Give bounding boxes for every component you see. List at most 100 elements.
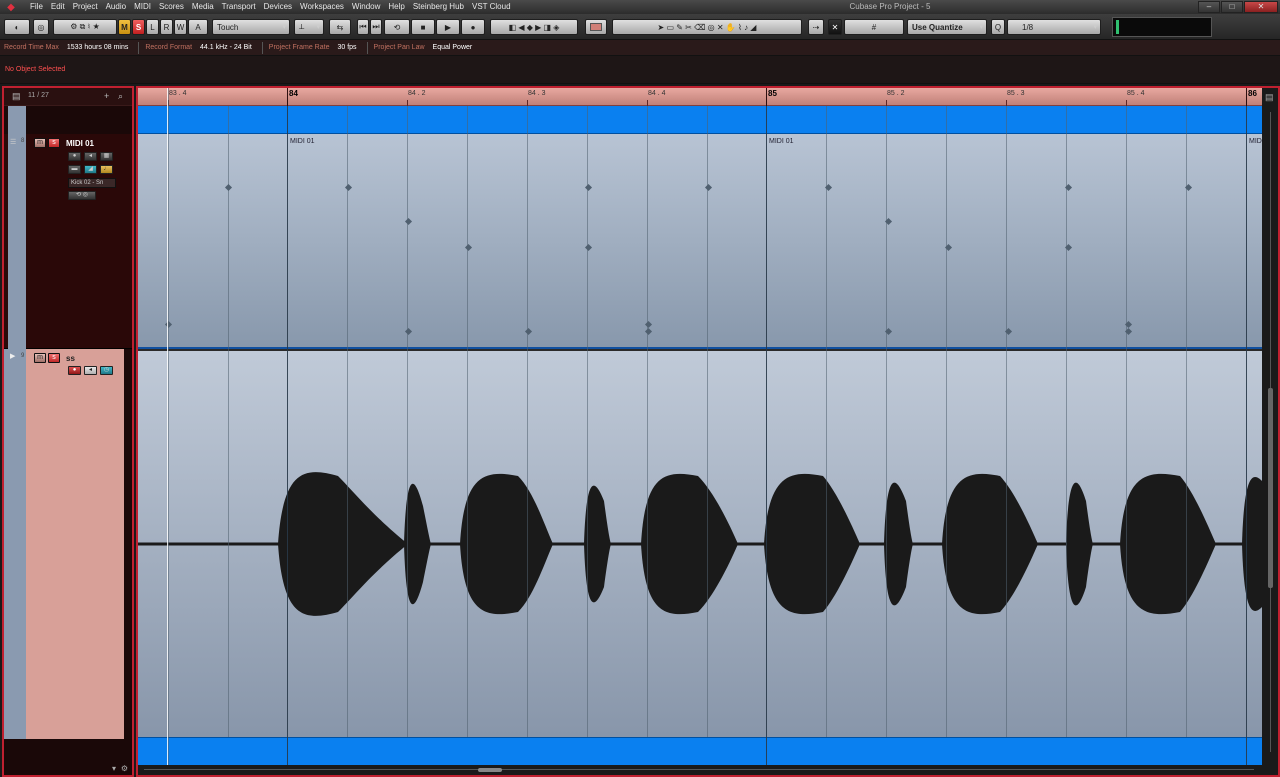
midi-part-label: MIDI 01 [290, 138, 315, 145]
project-cursor[interactable] [167, 88, 168, 765]
menu-devices[interactable]: Devices [260, 0, 296, 14]
solo-button[interactable]: s [48, 138, 60, 148]
grid-line [886, 106, 887, 737]
record-icon: ● [470, 22, 476, 32]
record-format-value[interactable]: 44.1 kHz - 24 Bit [200, 44, 252, 51]
timebase-button[interactable]: ◷ [100, 366, 113, 375]
listen-button[interactable]: L [146, 19, 159, 35]
play-button[interactable]: ▶ [436, 19, 460, 35]
menu-workspaces[interactable]: Workspaces [296, 0, 348, 14]
auto-button[interactable]: A [188, 19, 208, 35]
loop-range-band[interactable] [138, 106, 1262, 134]
color-picker-button[interactable] [585, 19, 607, 35]
audio-waveform [138, 472, 1262, 616]
read-button[interactable]: R [160, 19, 173, 35]
solo-button[interactable]: s [48, 353, 60, 363]
menu-audio[interactable]: Audio [102, 0, 130, 14]
zoom-menu-icon[interactable]: ▤ [1265, 92, 1274, 103]
ruler[interactable]: 83 . 4 84 84 . 2 84 . 3 84 . 4 85 85 . 2… [138, 88, 1262, 106]
horizontal-scroll-thumb[interactable] [478, 768, 502, 772]
menu-project[interactable]: Project [69, 0, 102, 14]
vertical-scroll-thumb[interactable] [1268, 388, 1273, 588]
track-list-menu-icon[interactable]: ▤ [12, 91, 21, 102]
loop-range-band-bottom[interactable] [138, 737, 1262, 765]
quantize-value-dropdown[interactable]: 1/8 [1007, 19, 1101, 35]
record-enable-button[interactable]: ● [68, 152, 81, 161]
track-ss[interactable]: ▶ 9 m s ss ● ◂ ◷ [4, 349, 132, 739]
grid-type-button[interactable]: # [844, 19, 904, 35]
track-midi-01[interactable]: ☰ 8 m s MIDI 01 ● ◂ ▦ ▬ ◢ ♩ Kick 02 - Sn… [4, 134, 132, 349]
nudge-palette-button[interactable]: ⇆ [329, 19, 351, 35]
quantize-mode-dropdown[interactable]: Use Quantize [907, 19, 987, 35]
go-to-start-button[interactable]: ⏮ [357, 19, 369, 35]
cubase-logo-icon[interactable]: ◆ [4, 0, 18, 14]
record-button[interactable]: ● [461, 19, 485, 35]
window-zones-buttons[interactable]: ⚙ ⧉ ♮ ★ [53, 19, 117, 35]
menu-window[interactable]: Window [348, 0, 384, 14]
solo-all-button[interactable]: S [132, 19, 145, 35]
minimize-button[interactable]: – [1198, 1, 1220, 13]
autoscroll-button[interactable]: ⇢ [808, 19, 824, 35]
menu-scores[interactable]: Scores [155, 0, 188, 14]
mute-all-button[interactable]: M [118, 19, 131, 35]
write-button[interactable]: W [174, 19, 187, 35]
divider [138, 41, 140, 54]
grid-icon: # [871, 22, 877, 32]
track-side-panel [124, 349, 132, 739]
close-button[interactable]: ✕ [1244, 1, 1278, 13]
tools-icons: ➤ ▭ ✎ ✂ ⌫ ◎ ✕ ✋ ⌇ ♪ ◢ [657, 22, 757, 32]
marker-buttons[interactable]: ◧ ◀ ◆ ▶ ◨ ◈ [490, 19, 578, 35]
play-icon: ▶ [444, 22, 452, 32]
menu-vst-cloud[interactable]: VST Cloud [468, 0, 515, 14]
track-name[interactable]: ss [66, 354, 75, 363]
snap-toggle-button[interactable]: ✕ [828, 19, 842, 35]
frame-rate-value[interactable]: 30 fps [337, 44, 356, 51]
track-name[interactable]: MIDI 01 [66, 139, 94, 148]
note-icon-button[interactable]: ♩ [100, 165, 113, 174]
search-icon[interactable]: ⌕ [118, 91, 123, 102]
menu-file[interactable]: File [26, 0, 47, 14]
edit-instrument-button[interactable]: ▦ [100, 152, 113, 161]
snap-dropdown[interactable]: ⟂ [294, 19, 324, 35]
instrument-slot[interactable]: Kick 02 - Sn [68, 178, 116, 188]
menu-edit[interactable]: Edit [47, 0, 69, 14]
monitor-button[interactable]: ◂ [84, 152, 97, 161]
pan-law-value[interactable]: Equal Power [433, 44, 473, 51]
ruler-beat-label: 84 . 3 [528, 90, 546, 97]
object-status-text: No Object Selected [5, 66, 66, 73]
monitor-button[interactable]: ◂ [84, 366, 97, 375]
menu-help[interactable]: Help [384, 0, 408, 14]
menu-media[interactable]: Media [188, 0, 218, 14]
frame-rate-label: Project Frame Rate [268, 44, 330, 51]
gear-icon[interactable]: ⚙ [121, 764, 128, 773]
go-to-end-button[interactable]: ⏭ [370, 19, 382, 35]
audio-track-lane[interactable] [138, 351, 1262, 737]
ruler-beat-label: 84 . 4 [648, 90, 666, 97]
horizontal-scrollbar[interactable] [138, 765, 1278, 775]
maximize-button[interactable]: □ [1221, 1, 1243, 13]
menu-midi[interactable]: MIDI [130, 0, 155, 14]
record-enable-button[interactable]: ● [68, 366, 81, 375]
quantize-button[interactable]: Q [991, 19, 1005, 35]
menu-steinberg-hub[interactable]: Steinberg Hub [409, 0, 468, 14]
channel-settings-button[interactable]: ⟲ ◎ [68, 191, 96, 200]
midi-track-lane[interactable]: MIDI 01 MIDI 01 MIDI [138, 134, 1264, 349]
track-expand-icon[interactable]: ▶ [10, 352, 15, 360]
mute-button[interactable]: m [34, 138, 46, 148]
mute-button[interactable]: m [34, 353, 46, 363]
grid-line [228, 106, 229, 737]
vertical-scrollbar[interactable]: ▤ [1262, 88, 1278, 765]
track-expand-icon[interactable]: ☰ [10, 138, 16, 146]
stop-button[interactable]: ■ [411, 19, 435, 35]
folder-button[interactable]: ▬ [68, 165, 81, 174]
toolbar: ◐ ◎ ⚙ ⧉ ♮ ★ M S L R W A Touch ⟂ ⇆ ⏮ ⏭ ⟲ … [0, 14, 1280, 40]
add-track-icon[interactable]: + [104, 91, 109, 101]
menu-transport[interactable]: Transport [218, 0, 260, 14]
tool-buttons[interactable]: ➤ ▭ ✎ ✂ ⌫ ◎ ✕ ✋ ⌇ ♪ ◢ [612, 19, 802, 35]
cycle-button[interactable]: ⟲ [384, 19, 410, 35]
automation-mode-dropdown[interactable]: Touch [212, 19, 290, 35]
lock-button[interactable]: ◢ [84, 165, 97, 174]
constrain-delay-button[interactable]: ◎ [33, 19, 49, 35]
activate-project-button[interactable]: ◐ [4, 19, 30, 35]
collapse-icon[interactable]: ▾ [112, 764, 116, 773]
